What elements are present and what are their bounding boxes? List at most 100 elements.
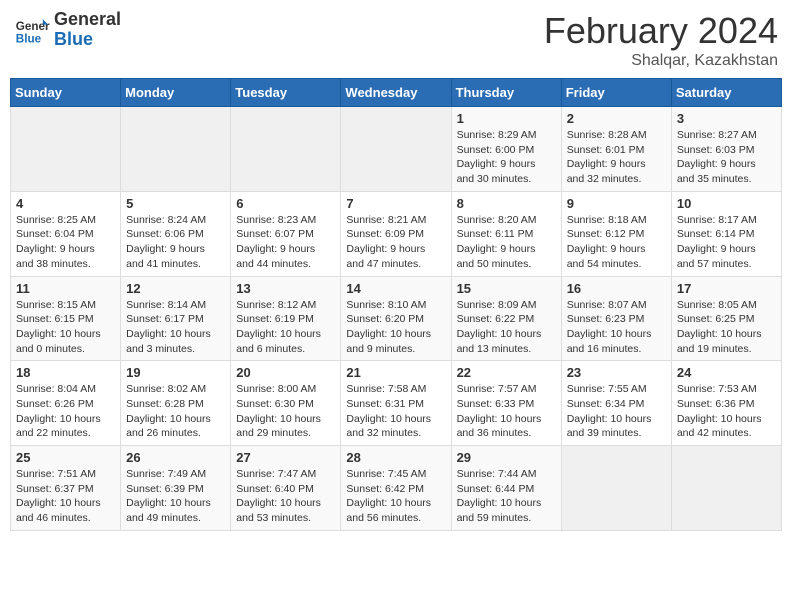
calendar-cell: 29 Sunrise: 7:44 AM Sunset: 6:44 PM Dayli… — [451, 446, 561, 531]
day-info: Sunrise: 8:15 AM Sunset: 6:15 PM Dayligh… — [16, 298, 115, 357]
calendar-cell: 27 Sunrise: 7:47 AM Sunset: 6:40 PM Dayli… — [231, 446, 341, 531]
calendar-cell — [561, 446, 671, 531]
day-number: 22 — [457, 365, 556, 380]
day-number: 13 — [236, 281, 335, 296]
calendar-cell — [341, 107, 451, 192]
calendar-cell: 14 Sunrise: 8:10 AM Sunset: 6:20 PM Dayli… — [341, 276, 451, 361]
header-day-wednesday: Wednesday — [341, 79, 451, 107]
day-info: Sunrise: 7:58 AM Sunset: 6:31 PM Dayligh… — [346, 382, 445, 441]
calendar-cell: 3 Sunrise: 8:27 AM Sunset: 6:03 PM Daylig… — [671, 107, 781, 192]
month-year: February 2024 — [544, 10, 778, 52]
calendar-cell: 4 Sunrise: 8:25 AM Sunset: 6:04 PM Daylig… — [11, 191, 121, 276]
day-info: Sunrise: 7:45 AM Sunset: 6:42 PM Dayligh… — [346, 467, 445, 526]
header-row: SundayMondayTuesdayWednesdayThursdayFrid… — [11, 79, 782, 107]
day-info: Sunrise: 7:53 AM Sunset: 6:36 PM Dayligh… — [677, 382, 776, 441]
day-info: Sunrise: 7:51 AM Sunset: 6:37 PM Dayligh… — [16, 467, 115, 526]
logo-blue: Blue — [54, 30, 121, 50]
day-info: Sunrise: 8:02 AM Sunset: 6:28 PM Dayligh… — [126, 382, 225, 441]
calendar-cell: 1Sunrise: 8:29 AM Sunset: 6:00 PM Daylig… — [451, 107, 561, 192]
calendar-cell: 15Sunrise: 8:09 AM Sunset: 6:22 PM Dayli… — [451, 276, 561, 361]
calendar-cell: 9 Sunrise: 8:18 AM Sunset: 6:12 PM Daylig… — [561, 191, 671, 276]
calendar-cell — [121, 107, 231, 192]
day-info: Sunrise: 8:21 AM Sunset: 6:09 PM Dayligh… — [346, 213, 445, 272]
day-info: Sunrise: 8:12 AM Sunset: 6:19 PM Dayligh… — [236, 298, 335, 357]
calendar-cell: 21Sunrise: 7:58 AM Sunset: 6:31 PM Dayli… — [341, 361, 451, 446]
logo-icon: General Blue — [14, 12, 50, 48]
logo-general: General — [54, 10, 121, 30]
day-number: 10 — [677, 196, 776, 211]
day-number: 12 — [126, 281, 225, 296]
calendar-cell: 5 Sunrise: 8:24 AM Sunset: 6:06 PM Daylig… — [121, 191, 231, 276]
calendar-week-3: 18Sunrise: 8:04 AM Sunset: 6:26 PM Dayli… — [11, 361, 782, 446]
day-number: 16 — [567, 281, 666, 296]
calendar-cell: 7Sunrise: 8:21 AM Sunset: 6:09 PM Daylig… — [341, 191, 451, 276]
logo: General Blue General Blue — [14, 10, 121, 50]
day-info: Sunrise: 8:23 AM Sunset: 6:07 PM Dayligh… — [236, 213, 335, 272]
day-number: 9 — [567, 196, 666, 211]
day-number: 3 — [677, 111, 776, 126]
calendar-cell: 13 Sunrise: 8:12 AM Sunset: 6:19 PM Dayli… — [231, 276, 341, 361]
day-info: Sunrise: 8:20 AM Sunset: 6:11 PM Dayligh… — [457, 213, 556, 272]
day-number: 29 — [457, 450, 556, 465]
calendar-week-1: 4 Sunrise: 8:25 AM Sunset: 6:04 PM Daylig… — [11, 191, 782, 276]
header-day-saturday: Saturday — [671, 79, 781, 107]
day-number: 20 — [236, 365, 335, 380]
day-info: Sunrise: 8:05 AM Sunset: 6:25 PM Dayligh… — [677, 298, 776, 357]
header-day-thursday: Thursday — [451, 79, 561, 107]
calendar-cell: 26 Sunrise: 7:49 AM Sunset: 6:39 PM Dayli… — [121, 446, 231, 531]
day-info: Sunrise: 8:28 AM Sunset: 6:01 PM Dayligh… — [567, 128, 666, 187]
day-number: 11 — [16, 281, 115, 296]
day-info: Sunrise: 8:00 AM Sunset: 6:30 PM Dayligh… — [236, 382, 335, 441]
calendar-cell: 28 Sunrise: 7:45 AM Sunset: 6:42 PM Dayli… — [341, 446, 451, 531]
day-info: Sunrise: 8:29 AM Sunset: 6:00 PM Dayligh… — [457, 128, 556, 187]
calendar-cell: 17 Sunrise: 8:05 AM Sunset: 6:25 PM Dayli… — [671, 276, 781, 361]
day-number: 5 — [126, 196, 225, 211]
day-info: Sunrise: 8:09 AM Sunset: 6:22 PM Dayligh… — [457, 298, 556, 357]
day-number: 4 — [16, 196, 115, 211]
day-info: Sunrise: 7:47 AM Sunset: 6:40 PM Dayligh… — [236, 467, 335, 526]
day-info: Sunrise: 8:04 AM Sunset: 6:26 PM Dayligh… — [16, 382, 115, 441]
day-number: 8 — [457, 196, 556, 211]
day-number: 24 — [677, 365, 776, 380]
day-number: 25 — [16, 450, 115, 465]
calendar-table: SundayMondayTuesdayWednesdayThursdayFrid… — [10, 78, 782, 531]
calendar-cell: 6 Sunrise: 8:23 AM Sunset: 6:07 PM Daylig… — [231, 191, 341, 276]
day-number: 17 — [677, 281, 776, 296]
day-info: Sunrise: 8:18 AM Sunset: 6:12 PM Dayligh… — [567, 213, 666, 272]
calendar-cell: 12Sunrise: 8:14 AM Sunset: 6:17 PM Dayli… — [121, 276, 231, 361]
day-info: Sunrise: 8:10 AM Sunset: 6:20 PM Dayligh… — [346, 298, 445, 357]
day-number: 27 — [236, 450, 335, 465]
calendar-cell: 22 Sunrise: 7:57 AM Sunset: 6:33 PM Dayli… — [451, 361, 561, 446]
calendar-cell: 10 Sunrise: 8:17 AM Sunset: 6:14 PM Dayli… — [671, 191, 781, 276]
calendar-cell — [231, 107, 341, 192]
day-number: 2 — [567, 111, 666, 126]
day-info: Sunrise: 8:07 AM Sunset: 6:23 PM Dayligh… — [567, 298, 666, 357]
day-number: 14 — [346, 281, 445, 296]
day-info: Sunrise: 8:27 AM Sunset: 6:03 PM Dayligh… — [677, 128, 776, 187]
calendar-cell: 18Sunrise: 8:04 AM Sunset: 6:26 PM Dayli… — [11, 361, 121, 446]
header-day-sunday: Sunday — [11, 79, 121, 107]
calendar-week-2: 11 Sunrise: 8:15 AM Sunset: 6:15 PM Dayli… — [11, 276, 782, 361]
day-info: Sunrise: 8:17 AM Sunset: 6:14 PM Dayligh… — [677, 213, 776, 272]
day-number: 28 — [346, 450, 445, 465]
calendar-cell — [11, 107, 121, 192]
calendar-cell: 2 Sunrise: 8:28 AM Sunset: 6:01 PM Daylig… — [561, 107, 671, 192]
day-number: 6 — [236, 196, 335, 211]
day-info: Sunrise: 8:24 AM Sunset: 6:06 PM Dayligh… — [126, 213, 225, 272]
svg-text:Blue: Blue — [16, 32, 42, 45]
day-number: 26 — [126, 450, 225, 465]
header-day-tuesday: Tuesday — [231, 79, 341, 107]
calendar-cell: 8 Sunrise: 8:20 AM Sunset: 6:11 PM Daylig… — [451, 191, 561, 276]
header: General Blue General Blue February 2024 … — [10, 10, 782, 70]
day-info: Sunrise: 8:25 AM Sunset: 6:04 PM Dayligh… — [16, 213, 115, 272]
location: Shalqar, Kazakhstan — [544, 52, 778, 70]
calendar-header: SundayMondayTuesdayWednesdayThursdayFrid… — [11, 79, 782, 107]
calendar-week-0: 1Sunrise: 8:29 AM Sunset: 6:00 PM Daylig… — [11, 107, 782, 192]
day-info: Sunrise: 7:55 AM Sunset: 6:34 PM Dayligh… — [567, 382, 666, 441]
calendar-week-4: 25 Sunrise: 7:51 AM Sunset: 6:37 PM Dayli… — [11, 446, 782, 531]
day-info: Sunrise: 7:57 AM Sunset: 6:33 PM Dayligh… — [457, 382, 556, 441]
day-info: Sunrise: 7:49 AM Sunset: 6:39 PM Dayligh… — [126, 467, 225, 526]
calendar-cell: 20 Sunrise: 8:00 AM Sunset: 6:30 PM Dayli… — [231, 361, 341, 446]
day-number: 19 — [126, 365, 225, 380]
day-info: Sunrise: 7:44 AM Sunset: 6:44 PM Dayligh… — [457, 467, 556, 526]
